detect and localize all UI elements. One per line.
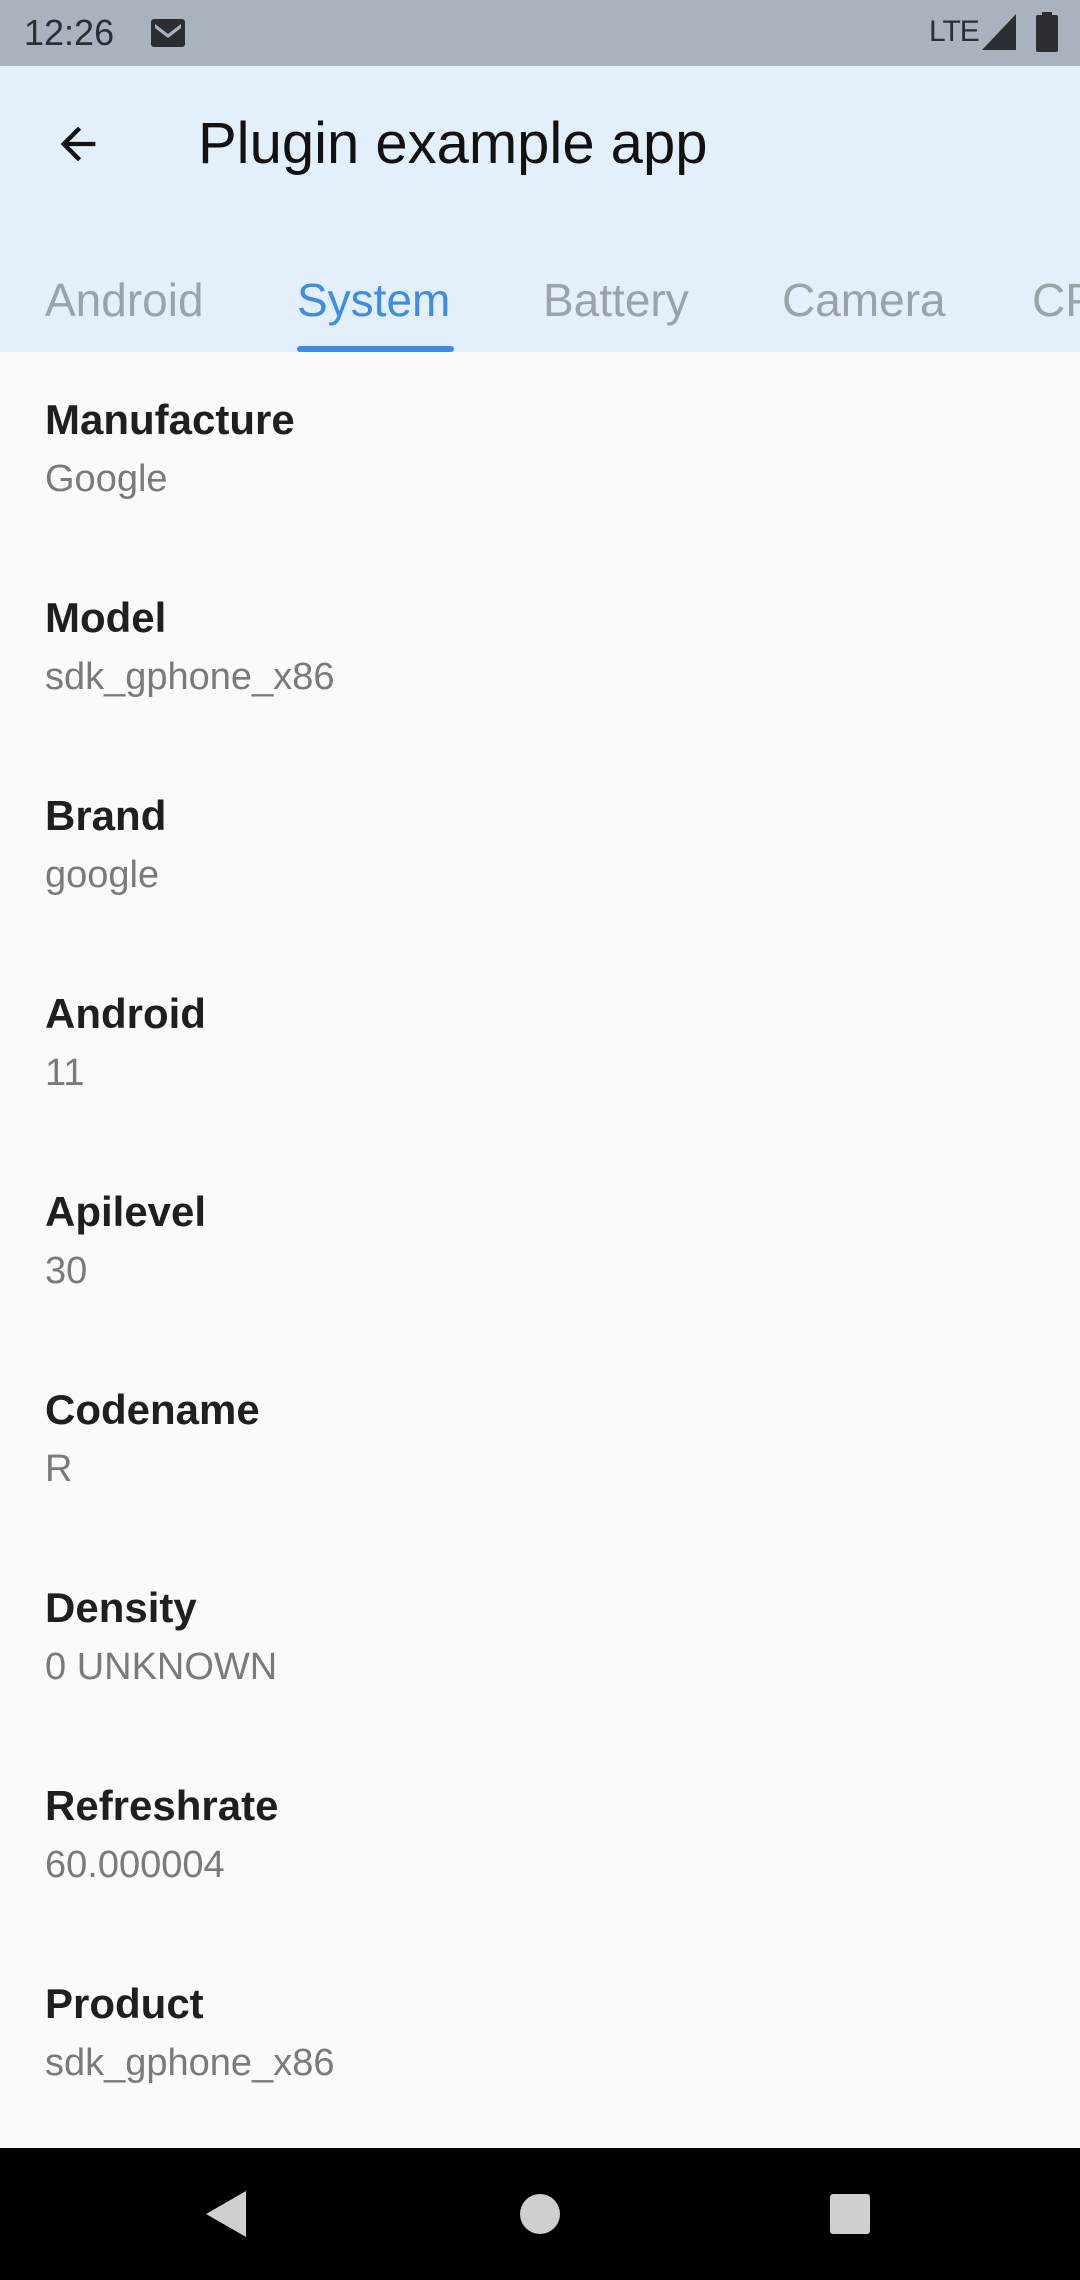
item-label: Product — [45, 1980, 204, 2027]
item-label: Model — [45, 594, 167, 641]
list-item: Android 11 — [45, 986, 1045, 1098]
item-value: google — [45, 854, 160, 896]
item-value: sdk_gphone_x86 — [45, 656, 335, 698]
tab-system[interactable]: System — [297, 248, 450, 352]
item-label: Refreshrate — [45, 1782, 279, 1829]
nav-back-button[interactable] — [183, 2172, 267, 2256]
nav-recents-button[interactable] — [808, 2172, 892, 2256]
item-value: 60.000004 — [45, 1844, 225, 1886]
list-item: Product sdk_gphone_x86 — [45, 1976, 1045, 2088]
item-value: R — [45, 1448, 73, 1490]
tab-cpu[interactable]: CPU — [1032, 248, 1080, 352]
battery-icon — [1036, 12, 1058, 52]
item-value: 0 UNKNOWN — [45, 1646, 278, 1688]
item-value: 11 — [45, 1052, 85, 1094]
tab-camera[interactable]: Camera — [782, 248, 946, 352]
mail-icon — [151, 19, 185, 47]
item-label: Codename — [45, 1386, 260, 1433]
item-value: Google — [45, 458, 168, 500]
arrow-back-icon — [60, 126, 96, 162]
list-item: Density 0 UNKNOWN — [45, 1580, 1045, 1692]
list-item: Manufacture Google — [45, 392, 1045, 504]
tab-android[interactable]: Android — [45, 248, 204, 352]
status-bar: 12:26 LTE — [0, 0, 1080, 66]
item-label: Brand — [45, 792, 167, 839]
tab-bar: Android System Battery Camera CPU — [0, 248, 1080, 352]
page-title: Plugin example app — [198, 111, 708, 176]
network-type: LTE — [929, 15, 980, 48]
back-triangle-icon — [206, 2191, 246, 2237]
app-bar: Plugin example app Android System Batter… — [0, 66, 1080, 352]
item-label: Manufacture — [45, 396, 295, 443]
nav-home-button[interactable] — [498, 2172, 582, 2256]
list-item: Model sdk_gphone_x86 — [45, 590, 1045, 702]
item-label: Apilevel — [45, 1188, 207, 1235]
signal-icon — [982, 14, 1016, 50]
item-label: Density — [45, 1584, 197, 1631]
status-time: 12:26 — [24, 12, 115, 53]
item-value: 30 — [45, 1250, 88, 1292]
back-button[interactable] — [40, 106, 116, 182]
tab-battery[interactable]: Battery — [543, 248, 689, 352]
item-label: Android — [45, 990, 206, 1037]
home-circle-icon — [520, 2194, 560, 2234]
list-item: Brand google — [45, 788, 1045, 900]
item-value: sdk_gphone_x86 — [45, 2042, 335, 2084]
list-item: Refreshrate 60.000004 — [45, 1778, 1045, 1890]
system-nav-bar — [0, 2148, 1080, 2280]
system-info-list: Manufacture Google Model sdk_gphone_x86 … — [0, 352, 1080, 2148]
list-item: Codename R — [45, 1382, 1045, 1494]
recents-square-icon — [830, 2194, 870, 2234]
list-item: Apilevel 30 — [45, 1184, 1045, 1296]
